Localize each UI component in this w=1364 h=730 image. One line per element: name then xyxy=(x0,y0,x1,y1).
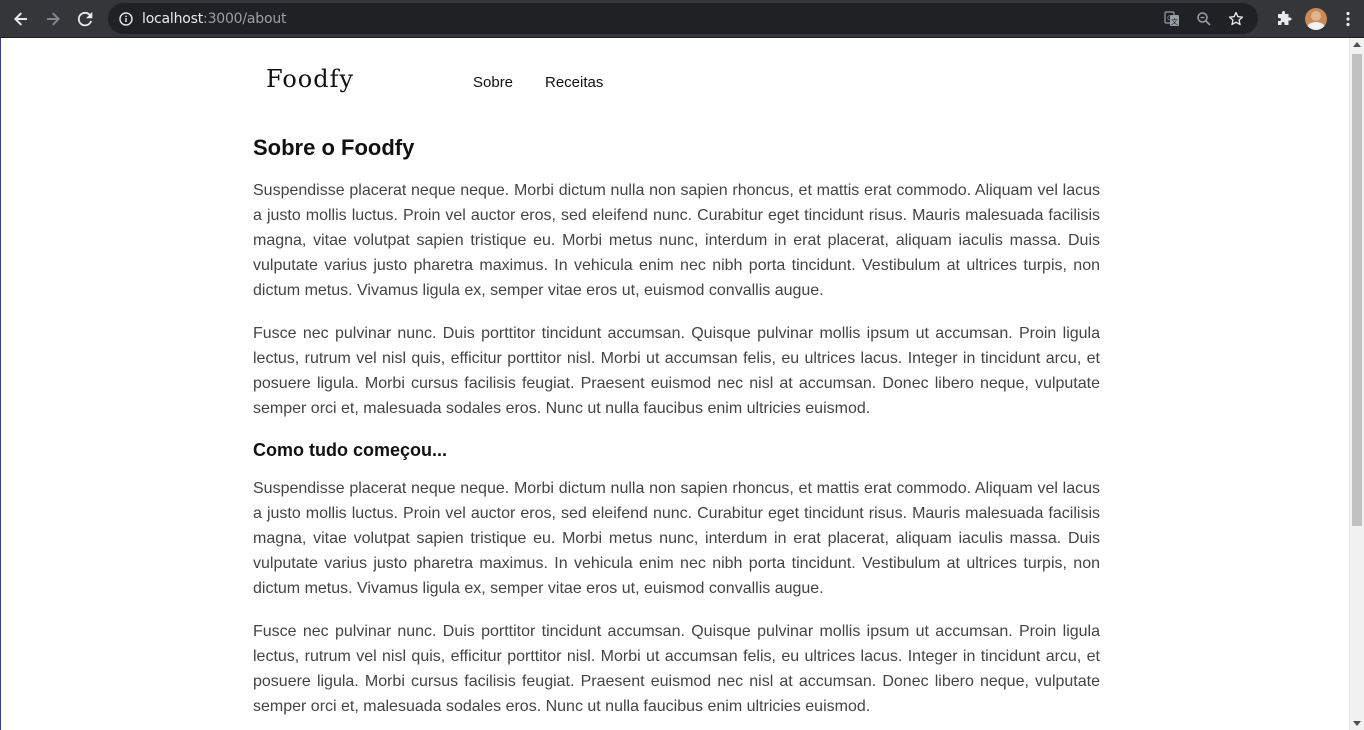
page-viewport: Foodfy Sobre Receitas Sobre o Foodfy Sus… xyxy=(0,38,1364,730)
toolbar-right xyxy=(1268,3,1364,35)
url-path: :3000/about xyxy=(203,10,287,27)
site-header: Foodfy Sobre Receitas xyxy=(253,60,1100,110)
paragraph: Fusce nec pulvinar nunc. Duis porttitor … xyxy=(253,325,1100,417)
browser-toolbar: localhost:3000/about 文G xyxy=(0,0,1364,38)
arrow-right-icon[interactable] xyxy=(37,3,69,35)
paragraph: Suspendisse placerat neque neque. Morbi … xyxy=(253,182,1100,299)
scroll-up-arrow-icon[interactable] xyxy=(1353,42,1361,47)
profile-button[interactable] xyxy=(1300,3,1332,35)
kebab-menu-icon[interactable] xyxy=(1332,3,1364,35)
paragraph: Suspendisse placerat neque neque. Morbi … xyxy=(253,480,1100,597)
translate-icon[interactable]: 文G xyxy=(1156,3,1188,34)
arrow-left-icon[interactable] xyxy=(5,3,37,35)
reload-icon[interactable] xyxy=(69,3,101,35)
scroll-thumb[interactable] xyxy=(1352,54,1362,526)
scroll-down-arrow-icon[interactable] xyxy=(1353,721,1361,726)
main-content: Sobre o Foodfy Suspendisse placerat nequ… xyxy=(253,133,1100,719)
paragraph: Fusce nec pulvinar nunc. Duis porttitor … xyxy=(253,623,1100,715)
svg-text:G: G xyxy=(1167,15,1172,22)
address-bar[interactable]: localhost:3000/about 文G xyxy=(108,3,1258,34)
logo[interactable]: Foodfy xyxy=(266,65,354,93)
url-host: localhost xyxy=(142,10,204,27)
star-icon[interactable] xyxy=(1220,3,1252,34)
section-title: Como tudo começou... xyxy=(253,440,448,460)
nav-link-sobre[interactable]: Sobre xyxy=(473,74,513,91)
avatar xyxy=(1305,8,1327,30)
omnibox-actions: 文G xyxy=(1156,3,1252,34)
nav-link-receitas[interactable]: Receitas xyxy=(545,74,603,91)
info-icon[interactable] xyxy=(119,11,133,26)
url-text[interactable]: localhost:3000/about xyxy=(142,10,287,27)
zoom-icon[interactable] xyxy=(1188,3,1220,34)
svg-text:文: 文 xyxy=(1171,17,1178,26)
puzzle-icon[interactable] xyxy=(1268,3,1300,35)
page-title: Sobre o Foodfy xyxy=(253,135,415,160)
scrollbar[interactable] xyxy=(1349,38,1364,730)
